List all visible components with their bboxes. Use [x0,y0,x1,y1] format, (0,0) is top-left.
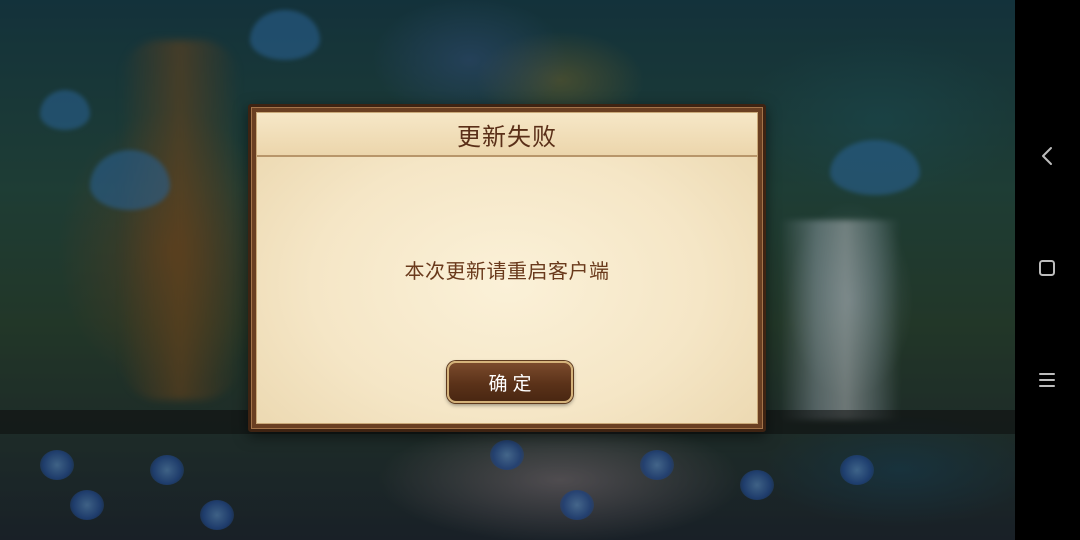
system-nav-bar [1015,0,1080,540]
dialog-title: 更新失败 [457,122,557,151]
confirm-button[interactable]: 确定 [447,361,573,403]
screen: 更新失败 本次更新请重启客户端 确定 [0,0,1080,540]
chevron-left-icon [1039,145,1055,171]
nav-home-button[interactable] [1027,250,1067,290]
dialog-panel: 更新失败 本次更新请重启客户端 确定 [256,112,758,424]
square-icon [1037,258,1057,282]
update-failed-dialog: 更新失败 本次更新请重启客户端 确定 [248,104,766,432]
nav-back-button[interactable] [1027,138,1067,178]
confirm-button-label: 确定 [488,372,537,395]
dialog-message: 本次更新请重启客户端 [404,259,610,283]
menu-icon [1037,370,1057,394]
dialog-title-bar: 更新失败 [257,113,757,157]
nav-recents-button[interactable] [1027,362,1067,402]
